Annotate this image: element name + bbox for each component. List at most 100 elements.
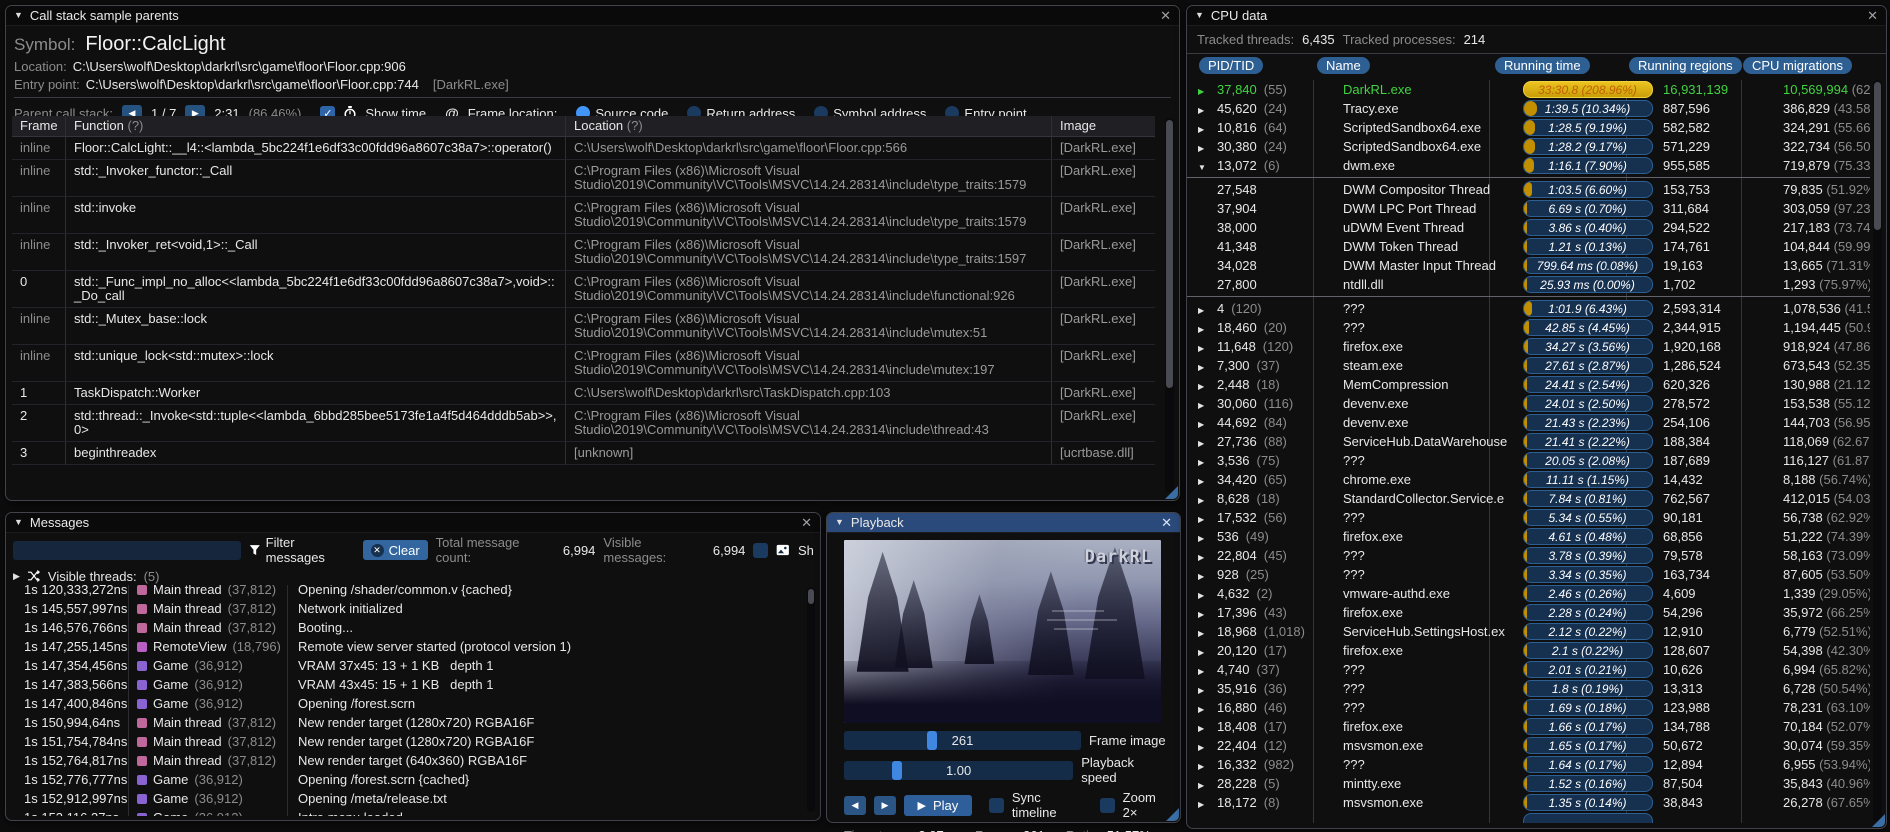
cpu-row[interactable]: ▶ 17,532 (56)??? 5.34 s (0.55%) 90,181 56,738… xyxy=(1187,508,1870,527)
expand-arrow-icon[interactable]: ▶ xyxy=(1198,724,1204,733)
expand-arrow-icon[interactable]: ▶ xyxy=(1198,781,1204,790)
expand-icon[interactable]: ▶ xyxy=(13,571,20,582)
expand-arrow-icon[interactable]: ▶ xyxy=(1198,629,1204,638)
messages-scrollbar[interactable] xyxy=(807,587,815,812)
cpu-row[interactable]: ▶ 4 (120)??? 1:01.9 (6.43%) 2,593,314 1,078,5… xyxy=(1187,299,1870,318)
message-row[interactable]: 1s 120,333,272ns Main thread (37,812) Openi… xyxy=(12,585,798,599)
cpu-row[interactable]: ▶ 22,804 (45)??? 3.78 s (0.39%) 79,578 58,163… xyxy=(1187,546,1870,565)
filter-input[interactable] xyxy=(13,540,242,560)
collapse-icon[interactable]: ▼ xyxy=(14,518,23,527)
cpu-row[interactable]: ▶ 45,620 (24) Tracy.exe 1:39.5 (10.34%) 887,5… xyxy=(1187,99,1870,118)
expand-arrow-icon[interactable]: ▶ xyxy=(1198,515,1204,524)
callstack-table-row[interactable]: 3 beginthreadex [unknown] [ucrtbase.dll] xyxy=(12,442,1155,465)
callstack-table-row[interactable]: inline Floor::CalcLight::__l4::<lambda_5b… xyxy=(12,137,1155,160)
collapse-icon[interactable]: ▼ xyxy=(835,518,844,527)
cpu-row[interactable]: ▶ 2,448 (18) MemCompression 24.41 s (2.54%) 6… xyxy=(1187,375,1870,394)
cpu-row[interactable]: ▼ 13,072 (6) dwm.exe 1:16.1 (7.90%) 955,585 71… xyxy=(1187,156,1870,175)
expand-arrow-icon[interactable]: ▶ xyxy=(1198,667,1204,676)
cpu-row[interactable]: 27,548 DWM Compositor Thread 1:03.5 (6.60%… xyxy=(1187,180,1870,199)
callstack-table-row[interactable]: inline std::_Mutex_base::lock C:\Program F… xyxy=(12,308,1155,345)
callstack-table-row[interactable]: inline std::_Invoker_functor::_Call C:\Pro… xyxy=(12,160,1155,197)
cpu-row[interactable]: ▶ 536 (49) firefox.exe 4.61 s (0.48%) 68,856 5… xyxy=(1187,527,1870,546)
expand-arrow-icon[interactable]: ▶ xyxy=(1198,420,1204,429)
message-row[interactable]: 1s 147,383,566ns Game (36,912) VRAM 43x45: … xyxy=(12,675,798,694)
col-function[interactable]: Function (?) xyxy=(66,116,566,137)
expand-arrow-icon[interactable]: ▶ xyxy=(1198,572,1204,581)
message-row[interactable]: 1s 147,255,145ns RemoteView (18,796) Remote… xyxy=(12,637,798,656)
expand-arrow-icon[interactable]: ▶ xyxy=(1198,477,1204,486)
message-row[interactable]: 1s 153,116,37ns Game (36,912) Intro menu lo… xyxy=(12,808,798,816)
expand-arrow-icon[interactable]: ▶ xyxy=(1198,743,1204,752)
expand-arrow-icon[interactable]: ▶ xyxy=(1198,144,1204,153)
message-row[interactable]: 1s 151,754,784ns Main thread (37,812) New r… xyxy=(12,732,798,751)
cpu-row[interactable]: 34,028 DWM Master Input Thread 799.64 ms (… xyxy=(1187,256,1870,275)
expand-arrow-icon[interactable]: ▶ xyxy=(1198,306,1204,315)
col-running-regions[interactable]: Running regions xyxy=(1629,57,1742,74)
cpu-scrollbar[interactable] xyxy=(1873,80,1882,821)
cpu-row[interactable]: ▶ 27,736 (88) ServiceHub.DataWarehouse 21.41… xyxy=(1187,432,1870,451)
expand-arrow-icon[interactable]: ▶ xyxy=(1198,439,1204,448)
message-row[interactable]: 1s 152,912,997ns Game (36,912) Opening /met… xyxy=(12,789,798,808)
cpu-row[interactable]: ▶ 4,740 (37)??? 2.01 s (0.21%) 10,626 6,994 (… xyxy=(1187,660,1870,679)
scrollbar-thumb[interactable] xyxy=(808,589,814,604)
collapse-arrow-icon[interactable]: ▼ xyxy=(1198,163,1206,172)
collapse-icon[interactable]: ▼ xyxy=(1195,11,1204,20)
cpu-row[interactable]: ▶ 18,172 (8) msvsmon.exe 1.35 s (0.14%) 38,84… xyxy=(1187,793,1870,812)
col-image[interactable]: Image xyxy=(1052,116,1155,137)
cpu-row[interactable]: ▶ 18,968 (1,018) ServiceHub.SettingsHost.ex… xyxy=(1187,622,1870,641)
callstack-scrollbar[interactable] xyxy=(1165,118,1174,492)
expand-arrow-icon[interactable]: ▶ xyxy=(1198,106,1204,115)
show-images-checkbox[interactable] xyxy=(753,542,769,558)
cpu-row[interactable]: ▶ 28,228 (5) mintty.exe 1.52 s (0.16%) 87,504… xyxy=(1187,774,1870,793)
expand-arrow-icon[interactable]: ▶ xyxy=(1198,496,1204,505)
collapse-icon[interactable]: ▼ xyxy=(14,11,23,20)
expand-arrow-icon[interactable]: ▶ xyxy=(1198,125,1204,134)
frame-image-slider[interactable]: 261 xyxy=(844,731,1081,750)
col-pid-tid[interactable]: PID/TID xyxy=(1199,57,1264,74)
message-row[interactable]: 1s 145,557,997ns Main thread (37,812) Netwo… xyxy=(12,599,798,618)
scrollbar-thumb[interactable] xyxy=(1166,120,1173,388)
expand-arrow-icon[interactable]: ▶ xyxy=(1198,686,1204,695)
message-row[interactable]: 1s 147,400,846ns Game (36,912) Opening /for… xyxy=(12,694,798,713)
expand-arrow-icon[interactable]: ▶ xyxy=(1198,648,1204,657)
col-location[interactable]: Location (?) xyxy=(566,116,1052,137)
expand-arrow-icon[interactable]: ▶ xyxy=(1198,591,1204,600)
sync-timeline-checkbox[interactable] xyxy=(988,797,1004,813)
cpu-row[interactable]: ▶ 928 (25)??? 3.34 s (0.35%) 163,734 87,605 (… xyxy=(1187,565,1870,584)
step-back-button[interactable]: ◀ xyxy=(844,795,866,815)
callstack-table-row[interactable]: inline std::unique_lock<std::mutex>::lock… xyxy=(12,345,1155,382)
zoom-2x-checkbox[interactable] xyxy=(1099,797,1115,813)
slider-grab[interactable] xyxy=(892,760,903,780)
message-row[interactable]: 1s 147,354,456ns Game (36,912) VRAM 37x45: … xyxy=(12,656,798,675)
cpu-row[interactable]: ▶ 20,120 (17) firefox.exe 2.1 s (0.22%) 128,6… xyxy=(1187,641,1870,660)
cpu-row[interactable]: 38,000 uDWM Event Thread 3.86 s (0.40%) 294… xyxy=(1187,218,1870,237)
callstack-table-row[interactable]: 2 std::thread::_Invoke<std::tuple<<lambda… xyxy=(12,405,1155,442)
cpu-row[interactable]: ▶ 44,692 (84) devenv.exe 21.43 s (2.23%) 254,… xyxy=(1187,413,1870,432)
cpu-row[interactable]: ▶ 3,536 (75)??? 20.05 s (2.08%) 187,689 116,1… xyxy=(1187,451,1870,470)
cpu-row[interactable]: ▶ 16,332 (982)??? 1.64 s (0.17%) 12,894 6,955… xyxy=(1187,755,1870,774)
cpu-row[interactable]: ▶ 17,396 (43) firefox.exe 2.28 s (0.24%) 54,2… xyxy=(1187,603,1870,622)
expand-arrow-icon[interactable]: ▶ xyxy=(1198,762,1204,771)
cpu-row[interactable]: ▶ 8,628 (18) StandardCollector.Service.e 7.8… xyxy=(1187,489,1870,508)
cpu-row[interactable]: ▶ 10,816 (64) ScriptedSandbox64.exe 1:28.5 (… xyxy=(1187,118,1870,137)
close-icon[interactable]: ✕ xyxy=(801,516,812,529)
cpu-row[interactable]: ▶ 18,460 (20)??? 42.85 s (4.45%) 2,344,915 1,… xyxy=(1187,318,1870,337)
cpu-row[interactable]: ▶ 30,060 (116) devenv.exe 24.01 s (2.50%) 278… xyxy=(1187,394,1870,413)
cpu-row[interactable]: ▶ 37,840 (55) DarkRL.exe 33:30.8 (208.96%) 16… xyxy=(1187,80,1870,99)
close-icon[interactable]: ✕ xyxy=(1867,9,1878,22)
expand-arrow-icon[interactable]: ▶ xyxy=(1198,344,1204,353)
cpu-row[interactable]: 37,904 DWM LPC Port Thread 6.69 s (0.70%) 3… xyxy=(1187,199,1870,218)
expand-arrow-icon[interactable]: ▶ xyxy=(1198,363,1204,372)
cpu-row[interactable]: ▶ 34,420 (65) chrome.exe 11.11 s (1.15%) 14,4… xyxy=(1187,470,1870,489)
expand-arrow-icon[interactable]: ▶ xyxy=(1198,382,1204,391)
close-icon[interactable]: ✕ xyxy=(1161,516,1172,529)
cpu-row[interactable]: ▶ 35,916 (36)??? 1.8 s (0.19%) 13,313 6,728 (… xyxy=(1187,679,1870,698)
callstack-table-row[interactable]: 0 std::_Func_impl_no_alloc<<lambda_5bc224… xyxy=(12,271,1155,308)
cpu-row[interactable]: ▶ 4,632 (2) vmware-authd.exe 2.46 s (0.26%) 4… xyxy=(1187,584,1870,603)
close-icon[interactable]: ✕ xyxy=(1160,9,1171,22)
message-row[interactable]: 1s 146,576,766ns Main thread (37,812) Booti… xyxy=(12,618,798,637)
play-button[interactable]: ▶ Play xyxy=(904,794,972,816)
playback-speed-slider[interactable]: 1.00 xyxy=(844,760,1074,780)
step-forward-button[interactable]: ▶ xyxy=(874,795,896,815)
col-name[interactable]: Name xyxy=(1317,57,1370,74)
